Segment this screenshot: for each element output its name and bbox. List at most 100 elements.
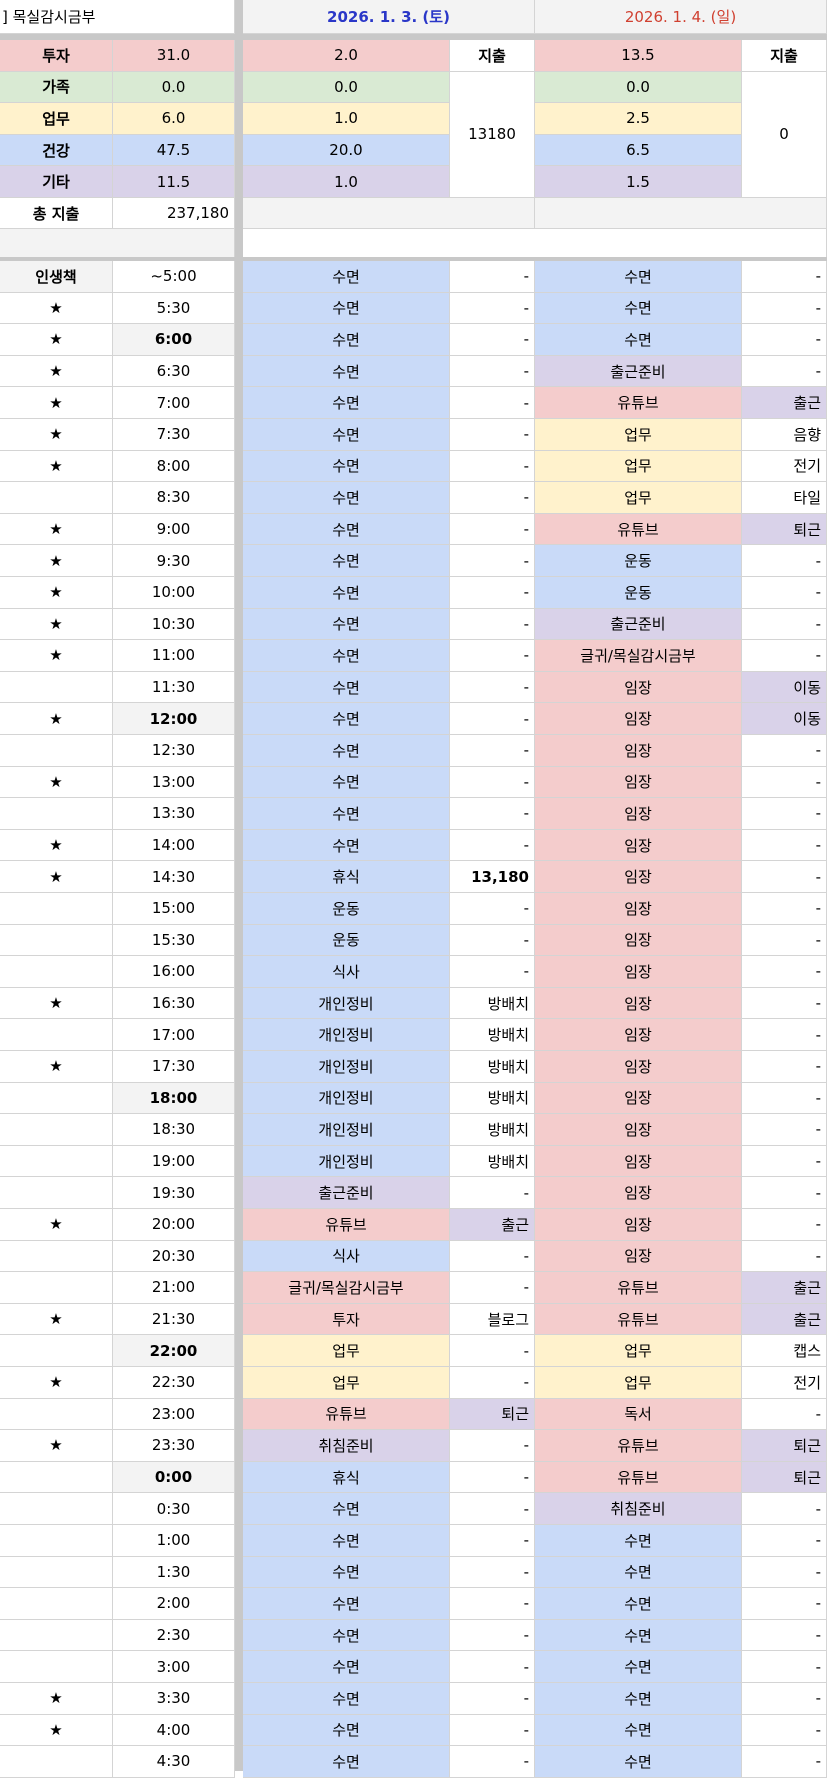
- day1-expense-total[interactable]: 13180: [450, 71, 535, 198]
- time-cell-33[interactable]: 21:30: [113, 1303, 235, 1336]
- day2-note-21[interactable]: -: [742, 924, 827, 957]
- day1-activity-1[interactable]: 수면: [243, 292, 450, 325]
- day1-note-22[interactable]: -: [450, 956, 535, 988]
- day1-activity-39[interactable]: 수면: [243, 1493, 450, 1525]
- day2-note-0[interactable]: -: [742, 261, 827, 293]
- category-label-3[interactable]: 건강: [0, 134, 113, 167]
- day1-activity-17[interactable]: 수면: [243, 798, 450, 830]
- day1-activity-4[interactable]: 수면: [243, 387, 450, 419]
- day1-note-30[interactable]: 출근: [450, 1209, 535, 1241]
- day2-note-22[interactable]: -: [742, 956, 827, 988]
- day2-activity-17[interactable]: 임장: [535, 798, 742, 830]
- day1-category-1[interactable]: 0.0: [243, 71, 450, 104]
- day2-note-28[interactable]: -: [742, 1145, 827, 1178]
- day1-note-11[interactable]: -: [450, 608, 535, 641]
- category-label-4[interactable]: 기타: [0, 166, 113, 198]
- star-cell-38[interactable]: [0, 1461, 113, 1494]
- day2-note-25[interactable]: -: [742, 1051, 827, 1083]
- star-cell-19[interactable]: ★: [0, 861, 113, 893]
- day2-note-37[interactable]: 퇴근: [742, 1430, 827, 1462]
- day1-note-36[interactable]: 퇴근: [450, 1398, 535, 1431]
- day2-note-39[interactable]: -: [742, 1493, 827, 1525]
- day2-activity-2[interactable]: 수면: [535, 324, 742, 356]
- day1-note-19[interactable]: 13,180: [450, 861, 535, 893]
- time-cell-8[interactable]: 9:00: [113, 513, 235, 546]
- day1-activity-31[interactable]: 식사: [243, 1240, 450, 1273]
- day1-category-3[interactable]: 20.0: [243, 134, 450, 167]
- time-cell-46[interactable]: 4:00: [113, 1714, 235, 1747]
- star-cell-45[interactable]: ★: [0, 1683, 113, 1715]
- day1-category-4[interactable]: 1.0: [243, 166, 450, 198]
- day1-note-27[interactable]: 방배치: [450, 1114, 535, 1146]
- day2-note-29[interactable]: -: [742, 1177, 827, 1209]
- day2-activity-36[interactable]: 독서: [535, 1398, 742, 1431]
- day1-note-34[interactable]: -: [450, 1335, 535, 1367]
- day2-note-35[interactable]: 전기: [742, 1367, 827, 1399]
- day1-note-1[interactable]: -: [450, 292, 535, 325]
- day2-note-6[interactable]: 전기: [742, 450, 827, 483]
- day2-activity-38[interactable]: 유튜브: [535, 1461, 742, 1494]
- day1-activity-38[interactable]: 휴식: [243, 1461, 450, 1494]
- star-cell-16[interactable]: ★: [0, 766, 113, 799]
- time-cell-25[interactable]: 17:30: [113, 1051, 235, 1083]
- time-cell-47[interactable]: 4:30: [113, 1746, 235, 1778]
- day2-category-0[interactable]: 13.5: [535, 40, 742, 72]
- day2-expense-total[interactable]: 0: [742, 71, 827, 198]
- day1-note-40[interactable]: -: [450, 1525, 535, 1557]
- star-cell-18[interactable]: ★: [0, 829, 113, 862]
- time-cell-32[interactable]: 21:00: [113, 1272, 235, 1304]
- day1-note-4[interactable]: -: [450, 387, 535, 419]
- day1-note-17[interactable]: -: [450, 798, 535, 830]
- star-cell-42[interactable]: [0, 1588, 113, 1620]
- day1-activity-21[interactable]: 운동: [243, 924, 450, 957]
- day1-note-28[interactable]: 방배치: [450, 1145, 535, 1178]
- star-cell-39[interactable]: [0, 1493, 113, 1525]
- day2-activity-33[interactable]: 유튜브: [535, 1303, 742, 1336]
- star-cell-10[interactable]: ★: [0, 577, 113, 609]
- time-cell-43[interactable]: 2:30: [113, 1619, 235, 1652]
- day2-activity-43[interactable]: 수면: [535, 1619, 742, 1652]
- day1-activity-42[interactable]: 수면: [243, 1588, 450, 1620]
- day2-activity-5[interactable]: 업무: [535, 419, 742, 451]
- star-cell-44[interactable]: [0, 1651, 113, 1683]
- time-cell-24[interactable]: 17:00: [113, 1019, 235, 1051]
- day2-expense-header[interactable]: 지출: [742, 40, 827, 72]
- day1-activity-14[interactable]: 수면: [243, 703, 450, 735]
- time-cell-30[interactable]: 20:00: [113, 1209, 235, 1241]
- time-cell-11[interactable]: 10:30: [113, 608, 235, 641]
- day2-activity-32[interactable]: 유튜브: [535, 1272, 742, 1304]
- day2-activity-13[interactable]: 임장: [535, 671, 742, 704]
- total-expense-label[interactable]: 총 지출: [0, 198, 113, 229]
- day2-activity-47[interactable]: 수면: [535, 1746, 742, 1778]
- schedule-header-label[interactable]: 인생책: [0, 261, 113, 293]
- time-cell-14[interactable]: 12:00: [113, 703, 235, 735]
- time-cell-20[interactable]: 15:00: [113, 893, 235, 925]
- day2-category-2[interactable]: 2.5: [535, 103, 742, 135]
- day1-note-6[interactable]: -: [450, 450, 535, 483]
- day2-activity-25[interactable]: 임장: [535, 1051, 742, 1083]
- star-cell-36[interactable]: [0, 1398, 113, 1431]
- day1-note-12[interactable]: -: [450, 640, 535, 672]
- day1-activity-3[interactable]: 수면: [243, 355, 450, 388]
- time-cell-35[interactable]: 22:30: [113, 1367, 235, 1399]
- star-cell-40[interactable]: [0, 1525, 113, 1557]
- time-cell-40[interactable]: 1:00: [113, 1525, 235, 1557]
- day2-activity-20[interactable]: 임장: [535, 893, 742, 925]
- day1-note-31[interactable]: -: [450, 1240, 535, 1273]
- day1-activity-35[interactable]: 업무: [243, 1367, 450, 1399]
- day2-note-14[interactable]: 이동: [742, 703, 827, 735]
- day1-note-41[interactable]: -: [450, 1556, 535, 1589]
- day2-note-20[interactable]: -: [742, 893, 827, 925]
- star-cell-32[interactable]: [0, 1272, 113, 1304]
- time-cell-31[interactable]: 20:30: [113, 1240, 235, 1273]
- time-cell-15[interactable]: 12:30: [113, 735, 235, 767]
- day2-note-46[interactable]: -: [742, 1714, 827, 1747]
- day2-activity-11[interactable]: 출근준비: [535, 608, 742, 641]
- time-cell-10[interactable]: 10:00: [113, 577, 235, 609]
- day2-activity-39[interactable]: 취침준비: [535, 1493, 742, 1525]
- day1-activity-9[interactable]: 수면: [243, 545, 450, 577]
- day1-activity-26[interactable]: 개인정비: [243, 1082, 450, 1115]
- day1-activity-44[interactable]: 수면: [243, 1651, 450, 1683]
- day2-note-8[interactable]: 퇴근: [742, 513, 827, 546]
- day1-note-16[interactable]: -: [450, 766, 535, 799]
